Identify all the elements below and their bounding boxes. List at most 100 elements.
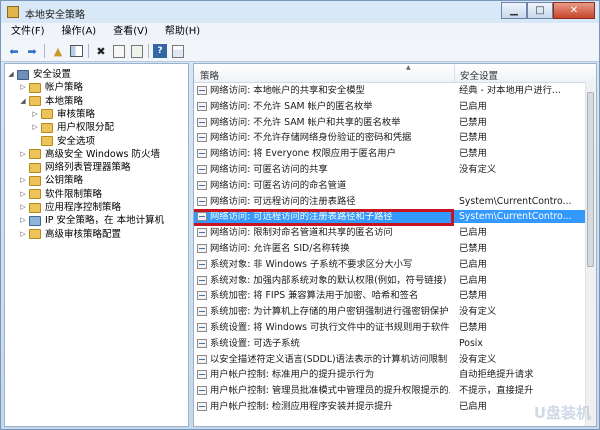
close-button[interactable]: ✕ (553, 2, 595, 19)
maximize-button[interactable]: □ (527, 2, 553, 19)
policy-row[interactable]: 系统加密: 为计算机上存储的用户密钥强制进行强密钥保护 没有定义 (194, 305, 594, 318)
folder-icon (29, 202, 41, 213)
policy-row[interactable]: 系统加密: 将 FIPS 兼容算法用于加密、哈希和签名 已禁用 (194, 289, 594, 302)
policy-row[interactable]: 网络访问: 限制对命名管道和共享的匿名访问 已启用 (194, 226, 594, 239)
menu-bar: 文件(F) 操作(A) 查看(V) 帮助(H) (1, 23, 599, 42)
vertical-scrollbar[interactable] (585, 82, 596, 426)
folder-icon (41, 122, 53, 133)
minimize-button[interactable]: ▁ (501, 2, 527, 19)
policy-name: 网络访问: 不允许 SAM 帐户和共享的匿名枚举 (210, 116, 401, 128)
expand-arrow-icon[interactable]: ▷ (19, 188, 27, 201)
tree-item[interactable]: ◢ 本地策略 (19, 95, 83, 108)
tree-item[interactable]: ▷ 应用程序控制策略 (19, 201, 121, 214)
window-title: 本地安全策略 (25, 10, 85, 21)
window-controls: ▁ □ ✕ (501, 2, 595, 20)
menu-view[interactable]: 查看(V) (103, 23, 155, 39)
export-list-button[interactable] (171, 44, 185, 58)
delete-button[interactable]: ✖ (94, 44, 108, 58)
policy-row[interactable]: 网络访问: 本地帐户的共享和安全模型 经典 - 对本地用户进行... (194, 84, 594, 97)
policy-name: 网络访问: 可匿名访问的共享 (210, 164, 328, 175)
policy-setting: 已禁用 (459, 322, 487, 333)
policy-row[interactable]: 系统设置: 将 Windows 可执行文件中的证书规则用于软件... 已禁用 (194, 321, 594, 334)
title-bar: 本地安全策略 ▁ □ ✕ (1, 1, 599, 23)
collapse-arrow-icon[interactable]: ◢ (7, 68, 15, 81)
policy-row[interactable]: 用户帐户控制: 管理员批准模式中管理员的提升权限提示的... 不提示，直接提升 (194, 384, 594, 397)
tree-item[interactable]: ▷ 公钥策略 (19, 174, 83, 187)
policy-row[interactable]: 网络访问: 允许匿名 SID/名称转换 已禁用 (194, 242, 594, 255)
column-header-policy[interactable]: 策略 (200, 68, 219, 82)
policy-row[interactable]: 网络访问: 不允许存储网络身份验证的密码和凭据 已禁用 (194, 131, 594, 144)
tree-item-label: 软件限制策略 (45, 188, 103, 200)
folder-icon (41, 136, 53, 146)
tree-item-label: 网络列表管理器策略 (45, 162, 131, 174)
app-window: 本地安全策略 ▁ □ ✕ 文件(F) 操作(A) 查看(V) 帮助(H) ⬅ ➡ ▲ … (0, 0, 600, 430)
policy-row[interactable]: 网络访问: 不允许 SAM 帐户和共享的匿名枚举 已禁用 (194, 116, 594, 129)
back-button[interactable]: ⬅ (7, 44, 21, 58)
tree-item[interactable]: ▷ 审核策略 (31, 108, 95, 121)
policy-item-icon (197, 149, 207, 159)
menu-file[interactable]: 文件(F) (1, 23, 52, 39)
up-one-level-button[interactable]: ▲ (51, 44, 65, 58)
scrollbar-thumb[interactable] (587, 92, 594, 267)
policy-name: 系统设置: 将 Windows 可执行文件中的证书规则用于软件... (210, 322, 450, 333)
policy-item-icon (197, 402, 207, 411)
policy-row-selected[interactable]: 网络访问: 可远程访问的注册表路径和子路径 System\CurrentContr… (194, 210, 594, 224)
policy-item-icon (197, 86, 207, 95)
policy-setting: 已禁用 (459, 116, 487, 128)
folder-icon (29, 162, 41, 173)
folder-icon (29, 229, 41, 240)
refresh-button[interactable] (130, 44, 144, 58)
expand-arrow-icon[interactable]: ▷ (19, 201, 27, 214)
forward-button[interactable]: ➡ (25, 44, 39, 58)
expand-arrow-icon[interactable]: ▷ (19, 214, 27, 227)
tree-item[interactable]: ▷ 高级审核策略配置 (19, 228, 121, 241)
tree-item[interactable]: ▷ 高级安全 Windows 防火墙 (19, 148, 160, 161)
policy-setting: System\CurrentContro... (459, 211, 572, 223)
policy-row[interactable]: 系统对象: 加强内部系统对象的默认权限(例如，符号链接) 已启用 (194, 274, 594, 287)
policy-row[interactable]: 系统设置: 可选子系统 Posix (194, 337, 594, 350)
policy-name: 系统加密: 将 FIPS 兼容算法用于加密、哈希和签名 (210, 290, 419, 302)
policy-name: 系统加密: 为计算机上存储的用户密钥强制进行强密钥保护 (210, 306, 449, 318)
policy-name: 网络访问: 允许匿名 SID/名称转换 (210, 243, 350, 254)
column-divider[interactable] (454, 64, 455, 82)
column-header-setting[interactable]: 安全设置 (460, 68, 498, 82)
policy-row[interactable]: 网络访问: 可远程访问的注册表路径 System\CurrentContro... (194, 195, 594, 208)
expand-arrow-icon[interactable]: ▷ (31, 108, 39, 121)
tree-item-label: 安全选项 (57, 135, 96, 147)
properties-icon (113, 44, 125, 58)
sort-ascending-icon: ▲ (406, 64, 411, 71)
policy-row[interactable]: 网络访问: 可匿名访问的共享 没有定义 (194, 163, 594, 176)
policy-row[interactable]: 以安全描述符定义语言(SDDL)语法表示的计算机访问限制 没有定义 (194, 353, 594, 366)
policy-row[interactable]: 用户帐户控制: 标准用户的提升提示行为 自动拒绝提升请求 (194, 368, 594, 381)
tree-item[interactable]: ▷ IP 安全策略，在 本地计算机 (19, 214, 164, 227)
menu-action[interactable]: 操作(A) (52, 23, 104, 39)
tree-item-label: 安全设置 (33, 69, 72, 80)
tree-item-label: IP 安全策略，在 本地计算机 (45, 215, 165, 227)
policy-row[interactable]: 系统对象: 非 Windows 子系统不要求区分大小写 已启用 (194, 258, 594, 271)
tree-item[interactable]: 网络列表管理器策略 (19, 161, 131, 174)
menu-help[interactable]: 帮助(H) (155, 23, 207, 39)
tree-item-label: 用户权限分配 (57, 122, 115, 134)
expand-arrow-icon[interactable]: ▷ (19, 81, 27, 94)
policy-row[interactable]: 网络访问: 可匿名访问的命名管道 (194, 179, 594, 192)
tree-item[interactable]: ▷ 软件限制策略 (19, 188, 102, 201)
tree-item[interactable]: ◢ 安全设置 (7, 68, 71, 81)
policy-row[interactable]: 网络访问: 不允许 SAM 帐户的匿名枚举 已启用 (194, 100, 594, 113)
tree-item[interactable]: ▷ 用户权限分配 (31, 121, 114, 134)
properties-button[interactable] (112, 44, 126, 58)
expand-arrow-icon[interactable]: ▷ (19, 174, 27, 187)
tree-item[interactable]: 安全选项 (31, 135, 95, 148)
watermark-text: U盘装机 (533, 404, 591, 422)
policy-item-icon (197, 338, 207, 348)
close-icon: ✕ (569, 5, 579, 16)
expand-arrow-icon[interactable]: ▷ (31, 121, 39, 134)
policy-row[interactable]: 网络访问: 将 Everyone 权限应用于匿名用户 已禁用 (194, 147, 594, 160)
expand-arrow-icon[interactable]: ▷ (19, 148, 27, 161)
policy-item-icon (197, 212, 207, 222)
help-button[interactable]: ? (153, 44, 167, 58)
tree-item[interactable]: ▷ 帐户策略 (19, 81, 83, 94)
expand-arrow-icon[interactable]: ▷ (19, 228, 27, 241)
show-hide-tree-button[interactable] (69, 44, 83, 58)
policy-name: 用户帐户控制: 标准用户的提升提示行为 (210, 369, 375, 381)
collapse-arrow-icon[interactable]: ◢ (19, 95, 27, 108)
